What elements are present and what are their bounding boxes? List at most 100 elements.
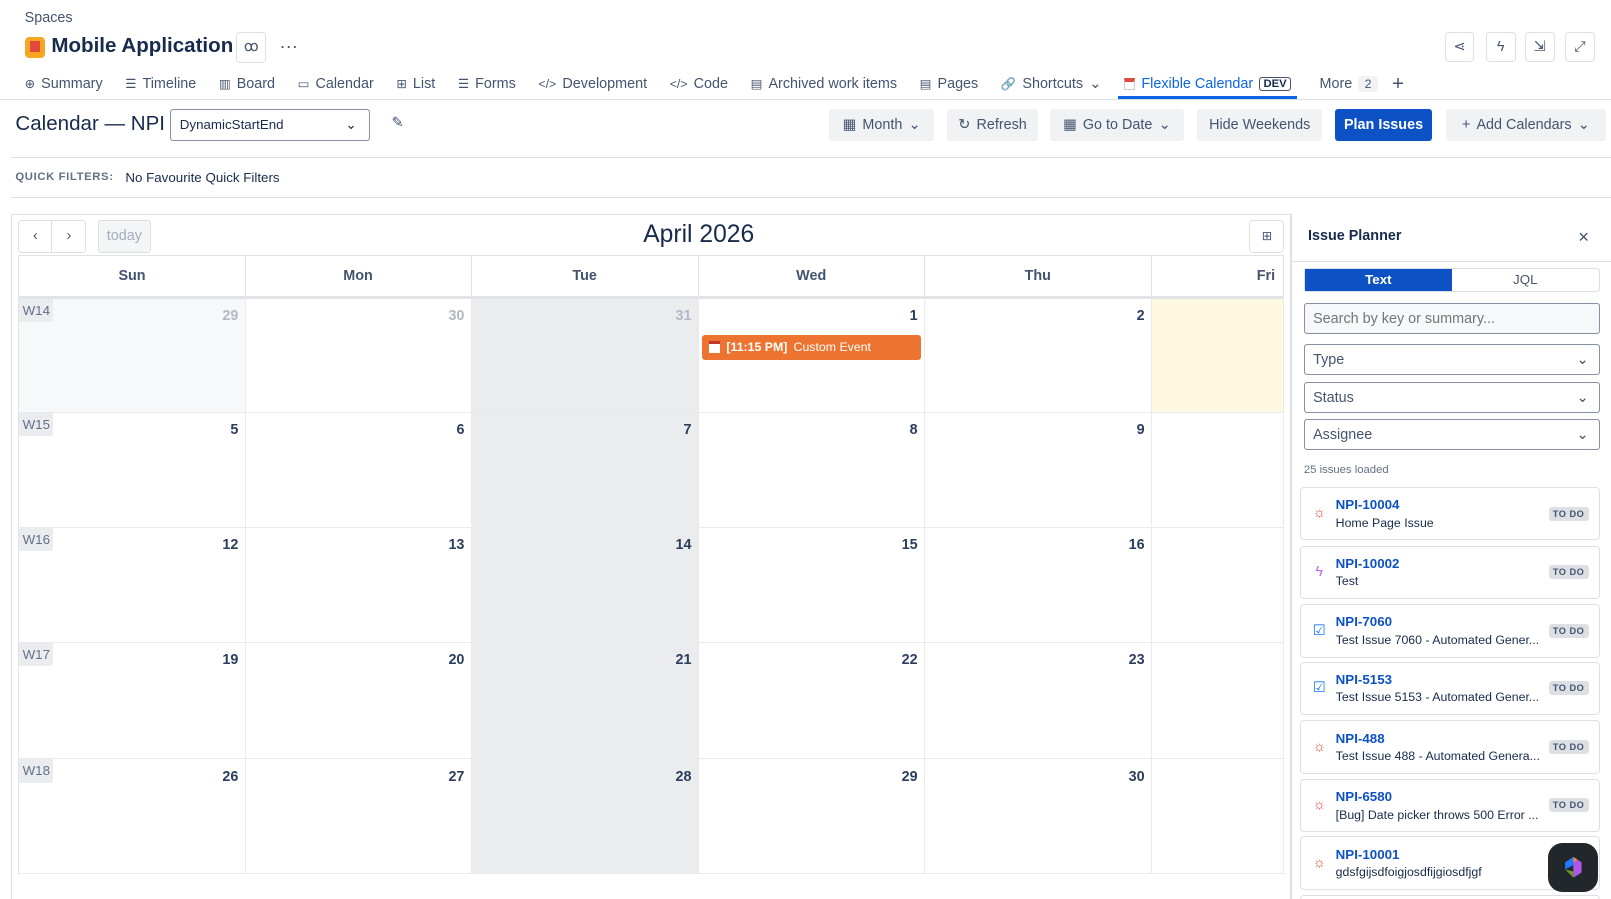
- add-calendars-button[interactable]: + Add Calendars ⌄: [1445, 108, 1606, 141]
- panel-title: Issue Planner: [1307, 228, 1402, 245]
- plan-issues-button[interactable]: Plan Issues: [1334, 108, 1433, 141]
- tab-development[interactable]: </> Development: [538, 72, 647, 97]
- fullscreen-icon[interactable]: ⤢: [1564, 31, 1595, 62]
- tab-flexible-calendar[interactable]: Flexible Calendar DEV: [1117, 72, 1297, 99]
- month-view-button[interactable]: ▦ Month ⌄: [829, 108, 934, 141]
- search-mode-tabs: Text JQL: [1303, 268, 1600, 292]
- day-cell[interactable]: W17 19: [18, 643, 246, 760]
- issue-card[interactable]: [1299, 894, 1600, 899]
- day-cell[interactable]: W15 5: [18, 413, 246, 529]
- grid-view-icon[interactable]: ⊞: [1249, 219, 1285, 253]
- day-cell[interactable]: W14 29: [18, 295, 246, 414]
- issue-card[interactable]: ☑ NPI-5153 Test Issue 5153 - Automated G…: [1299, 661, 1600, 716]
- issue-card[interactable]: ☼ NPI-6580 [Bug] Date picker throws 500 …: [1299, 778, 1600, 833]
- next-month-button[interactable]: ›: [51, 219, 87, 253]
- close-icon[interactable]: ×: [1578, 226, 1589, 248]
- assistant-button[interactable]: [1548, 842, 1598, 892]
- automation-icon[interactable]: ϟ: [1485, 31, 1516, 62]
- forms-icon: ☰: [457, 77, 469, 92]
- day-cell[interactable]: 8: [698, 413, 925, 529]
- hide-weekends-button[interactable]: Hide Weekends: [1197, 108, 1323, 141]
- day-cell[interactable]: 27: [245, 759, 472, 875]
- tab-timeline[interactable]: ☰ Timeline: [125, 72, 196, 97]
- prev-month-button[interactable]: ‹: [18, 219, 53, 253]
- day-cell[interactable]: 28: [471, 759, 699, 875]
- day-cell[interactable]: [1151, 295, 1285, 414]
- day-cell[interactable]: 13: [245, 528, 472, 644]
- tab-board[interactable]: ▥ Board: [219, 72, 275, 97]
- issue-card[interactable]: ☼ NPI-488 Test Issue 488 - Automated Gen…: [1299, 720, 1600, 774]
- assignee-filter[interactable]: Assignee ⌄: [1303, 419, 1600, 451]
- day-number: 13: [448, 537, 465, 554]
- day-cell[interactable]: W18 26: [18, 759, 246, 875]
- go-to-date-button[interactable]: ▦ Go to Date ⌄: [1050, 108, 1184, 141]
- issue-key[interactable]: NPI-488: [1336, 731, 1385, 746]
- team-icon[interactable]: ꝏ: [236, 31, 267, 63]
- day-cell[interactable]: 30: [924, 759, 1152, 875]
- issue-key[interactable]: NPI-6580: [1336, 789, 1392, 804]
- day-cell[interactable]: [1151, 759, 1285, 875]
- tab-list[interactable]: ⊞ List: [396, 72, 435, 97]
- day-cell[interactable]: 21: [471, 643, 699, 760]
- day-cell[interactable]: 7: [471, 413, 699, 529]
- tab-text[interactable]: Text: [1304, 269, 1452, 291]
- day-cell[interactable]: 23: [924, 643, 1152, 760]
- status-badge: TO DO: [1548, 739, 1589, 754]
- day-cell[interactable]: [1151, 643, 1285, 760]
- tab-pages[interactable]: ▤ Pages: [920, 72, 979, 97]
- day-cell[interactable]: 20: [245, 643, 472, 760]
- day-cell[interactable]: 9: [924, 413, 1152, 529]
- day-cell[interactable]: 22: [698, 643, 925, 760]
- task-checkbox-icon: ☑: [1312, 622, 1326, 639]
- day-cell[interactable]: 14: [471, 528, 699, 644]
- day-cell[interactable]: [1151, 413, 1285, 529]
- tab-more[interactable]: More 2 +: [1320, 72, 1404, 97]
- issue-key[interactable]: NPI-10004: [1336, 497, 1400, 512]
- breadcrumb-spaces[interactable]: Spaces: [25, 10, 73, 26]
- type-filter[interactable]: Type ⌄: [1303, 344, 1600, 376]
- issue-summary: Test Issue 7060 - Automated Gener...: [1335, 632, 1540, 647]
- day-cell[interactable]: [1151, 528, 1285, 644]
- tab-jql[interactable]: JQL: [1452, 269, 1599, 291]
- day-number: 29: [901, 768, 918, 785]
- tab-summary[interactable]: ⊕ Summary: [25, 72, 103, 97]
- tab-forms[interactable]: ☰ Forms: [458, 72, 516, 97]
- tab-code[interactable]: </> Code: [670, 72, 728, 97]
- day-cell[interactable]: 30: [245, 295, 472, 414]
- calendar-event[interactable]: [11:15 PM] Custom Event: [701, 334, 921, 360]
- day-header-wed: Wed: [698, 254, 925, 296]
- issue-key[interactable]: NPI-5153: [1336, 672, 1392, 687]
- issue-key[interactable]: NPI-10002: [1336, 556, 1400, 571]
- day-cell[interactable]: W16 12: [18, 528, 246, 644]
- day-cell[interactable]: 15: [698, 528, 925, 644]
- refresh-button[interactable]: ↻ Refresh: [947, 108, 1038, 141]
- chevron-down-icon: ⌄: [1576, 426, 1589, 443]
- day-header-sun: Sun: [18, 254, 246, 296]
- share-icon[interactable]: ⋖: [1444, 31, 1475, 62]
- issue-search-input[interactable]: [1303, 303, 1600, 334]
- issue-key[interactable]: NPI-7060: [1336, 614, 1392, 629]
- status-filter[interactable]: Status ⌄: [1303, 382, 1600, 414]
- day-cell[interactable]: 16: [924, 528, 1152, 644]
- day-cell[interactable]: 6: [245, 413, 472, 529]
- tab-calendar[interactable]: ▭ Calendar: [298, 72, 374, 97]
- tab-shortcuts[interactable]: 🔗 Shortcuts ⌄: [1001, 72, 1101, 97]
- edit-pencil-icon[interactable]: ✎: [391, 115, 403, 131]
- more-actions-button[interactable]: ···: [279, 35, 297, 57]
- issue-card[interactable]: ϟ NPI-10002 Test TO DO: [1299, 545, 1600, 600]
- day-cell[interactable]: 31: [471, 295, 699, 414]
- issue-key[interactable]: NPI-10001: [1336, 847, 1400, 862]
- issue-card[interactable]: ☼ NPI-10004 Home Page Issue TO DO: [1299, 487, 1600, 541]
- plus-icon[interactable]: +: [1392, 72, 1404, 96]
- day-cell[interactable]: 29: [698, 759, 925, 875]
- tab-archived-work-items[interactable]: ▤ Archived work items: [751, 72, 897, 97]
- feedback-icon[interactable]: ⇲: [1524, 31, 1555, 62]
- day-cell[interactable]: 1 [11:15 PM] Custom Event: [698, 295, 925, 414]
- calendar-config-select[interactable]: DynamicStartEnd ⌄: [169, 108, 370, 141]
- day-cell[interactable]: 2: [924, 295, 1152, 414]
- day-number: 8: [909, 422, 918, 439]
- issue-card[interactable]: ☑ NPI-7060 Test Issue 7060 - Automated G…: [1299, 604, 1600, 658]
- today-button[interactable]: today: [97, 219, 152, 253]
- day-number: 20: [448, 652, 465, 669]
- day-number: 14: [675, 537, 692, 554]
